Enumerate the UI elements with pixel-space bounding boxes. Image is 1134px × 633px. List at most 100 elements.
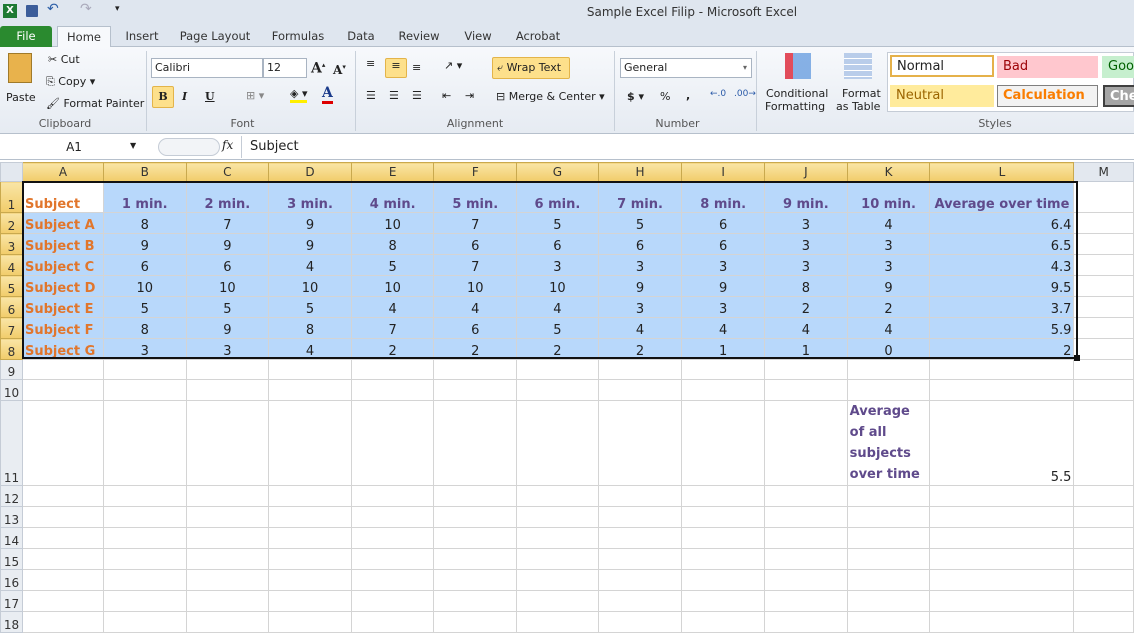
cell[interactable] [764,359,848,380]
value-cell[interactable]: 10 [102,275,187,297]
row-header[interactable]: 18 [0,611,23,633]
cell[interactable] [597,569,683,591]
row-header[interactable]: 7 [0,317,23,339]
cell[interactable] [516,548,599,570]
cell[interactable] [764,590,848,612]
tab-view[interactable]: View [456,26,500,47]
align-bottom-icon[interactable]: ≡ [412,61,421,74]
value-cell[interactable]: 4 [681,317,766,339]
cell[interactable] [681,359,766,380]
cell[interactable] [350,400,435,486]
row-label-cell[interactable]: Subject C [21,254,104,276]
style-normal[interactable]: Normal [890,55,994,77]
value-cell[interactable]: 4 [597,317,683,339]
row-header[interactable]: 15 [0,548,23,570]
value-cell[interactable]: 8 [764,275,848,297]
value-cell[interactable]: 9 [681,275,766,297]
value-cell[interactable]: 9 [185,317,270,339]
cell[interactable] [929,379,1075,401]
value-cell[interactable]: 9 [185,233,270,255]
value-cell[interactable]: 1 [681,338,766,360]
row-header[interactable]: 11 [0,400,23,486]
header-cell[interactable]: 5 min. [433,181,518,213]
style-neutral[interactable]: Neutral [890,85,994,107]
cell[interactable] [846,611,931,633]
number-format-select[interactable]: General ▾ [620,58,752,78]
header-cell[interactable]: Average over time [929,181,1075,213]
cell[interactable] [929,548,1075,570]
column-header-j[interactable]: J [764,162,848,182]
value-cell[interactable]: 6.4 [929,212,1075,234]
cell[interactable] [21,569,104,591]
cell[interactable] [597,548,683,570]
cell[interactable] [764,506,848,528]
value-cell[interactable]: 2 [846,296,931,318]
cell[interactable] [268,400,352,486]
column-header-a[interactable]: A [21,162,104,182]
value-cell[interactable]: 6 [681,233,766,255]
tab-insert[interactable]: Insert [116,26,168,47]
value-cell[interactable]: 2 [764,296,848,318]
value-cell[interactable]: 9 [846,275,931,297]
cell[interactable] [21,400,104,486]
cell[interactable] [102,527,187,549]
cell[interactable] [350,548,435,570]
summary-value-cell[interactable]: 5.5 [929,400,1075,486]
cell[interactable] [185,611,270,633]
row-header[interactable]: 6 [0,296,23,318]
currency-button[interactable]: $ ▾ [627,90,644,103]
row-label-cell[interactable]: Subject B [21,233,104,255]
cell[interactable] [102,569,187,591]
column-header-i[interactable]: I [681,162,766,182]
cell[interactable] [681,485,766,507]
row-header[interactable]: 13 [0,506,23,528]
value-cell[interactable]: 2 [597,338,683,360]
style-calculation[interactable]: Calculation [997,85,1098,107]
cell[interactable] [350,527,435,549]
column-header-f[interactable]: F [433,162,518,182]
value-cell[interactable]: 5 [516,212,599,234]
cell[interactable] [1073,338,1134,360]
cell[interactable] [516,590,599,612]
cell[interactable] [516,506,599,528]
font-name-select[interactable]: Calibri [151,58,263,78]
cell[interactable] [516,485,599,507]
cell[interactable] [681,506,766,528]
value-cell[interactable]: 1 [764,338,848,360]
paste-button[interactable]: Paste [4,51,38,111]
tab-file[interactable]: File [0,26,52,47]
value-cell[interactable]: 4 [846,317,931,339]
row-header[interactable]: 16 [0,569,23,591]
decrease-indent-icon[interactable]: ⇤ [442,89,451,102]
cell[interactable] [102,506,187,528]
value-cell[interactable]: 10 [516,275,599,297]
column-header-k[interactable]: K [846,162,931,182]
insert-function-icon[interactable]: fx [222,138,233,152]
fill-handle[interactable] [1074,355,1080,361]
value-cell[interactable]: 4 [268,254,352,276]
cell[interactable] [846,590,931,612]
value-cell[interactable]: 2 [929,338,1075,360]
cell[interactable] [929,611,1075,633]
cell[interactable] [1073,379,1134,401]
value-cell[interactable]: 6 [597,233,683,255]
style-check-cell[interactable]: Chec [1103,85,1134,107]
row-header[interactable]: 12 [0,485,23,507]
column-header-g[interactable]: G [516,162,599,182]
cell[interactable] [597,611,683,633]
cell[interactable] [1073,233,1134,255]
cell[interactable] [268,590,352,612]
select-all-corner[interactable] [0,162,23,182]
value-cell[interactable]: 5 [516,317,599,339]
cell[interactable] [764,611,848,633]
header-cell[interactable]: 3 min. [268,181,352,213]
percent-button[interactable]: % [660,90,670,103]
cell[interactable] [268,611,352,633]
value-cell[interactable]: 9 [102,233,187,255]
cell[interactable] [846,527,931,549]
cell[interactable] [21,506,104,528]
font-color-icon[interactable]: A [322,85,333,104]
cell[interactable] [516,527,599,549]
header-cell[interactable]: 8 min. [681,181,766,213]
cell[interactable] [185,590,270,612]
